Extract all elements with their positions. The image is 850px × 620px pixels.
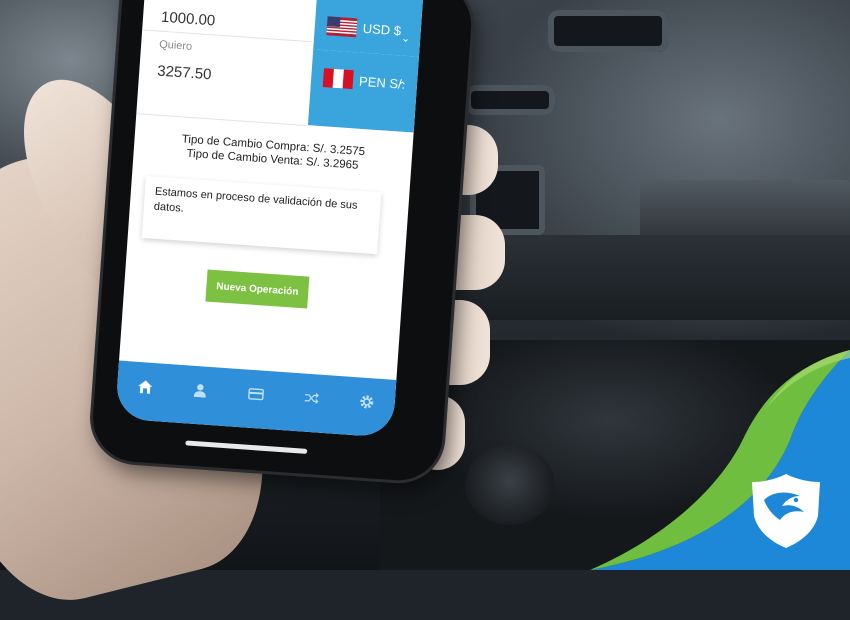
to-currency-select[interactable]: PEN S/. ⌃: [307, 49, 419, 133]
chevron-down-icon: ⌄: [400, 32, 411, 46]
shuffle-icon[interactable]: [296, 385, 328, 411]
control-knob: [465, 445, 555, 525]
bottom-tab-bar: [114, 360, 397, 438]
want-label: Quiero: [158, 38, 193, 53]
gear-icon[interactable]: [351, 389, 383, 415]
from-currency-code: USD $: [362, 20, 402, 39]
app-screen: 1000.00 USD $ ⌄ Quiero 3257.50 PEN S/. ⌃…: [114, 0, 424, 438]
want-amount-value[interactable]: 3257.50: [157, 63, 212, 84]
air-vent: [548, 10, 668, 52]
exchange-rates: Tipo de Cambio Compra: S/. 3.2575 Tipo d…: [133, 129, 412, 176]
card-icon[interactable]: [240, 381, 272, 407]
have-amount-value[interactable]: 1000.00: [161, 9, 216, 30]
validation-notice: Estamos en proceso de validación de sus …: [141, 175, 382, 255]
eagle-shield-logo: [752, 474, 820, 548]
want-amount-row[interactable]: Quiero 3257.50: [136, 31, 312, 127]
air-vent: [465, 85, 555, 115]
us-flag-icon: [326, 16, 358, 38]
from-currency-select[interactable]: USD $ ⌄: [313, 0, 424, 57]
new-operation-button[interactable]: Nueva Operación: [205, 269, 310, 309]
home-icon[interactable]: [129, 373, 161, 399]
home-indicator: [185, 440, 308, 454]
user-icon[interactable]: [185, 377, 217, 403]
smartphone: 1000.00 USD $ ⌄ Quiero 3257.50 PEN S/. ⌃…: [90, 0, 475, 484]
peru-flag-icon: [322, 68, 354, 90]
dashboard-panel: [640, 180, 850, 240]
chevron-up-icon: ⌃: [397, 80, 408, 93]
